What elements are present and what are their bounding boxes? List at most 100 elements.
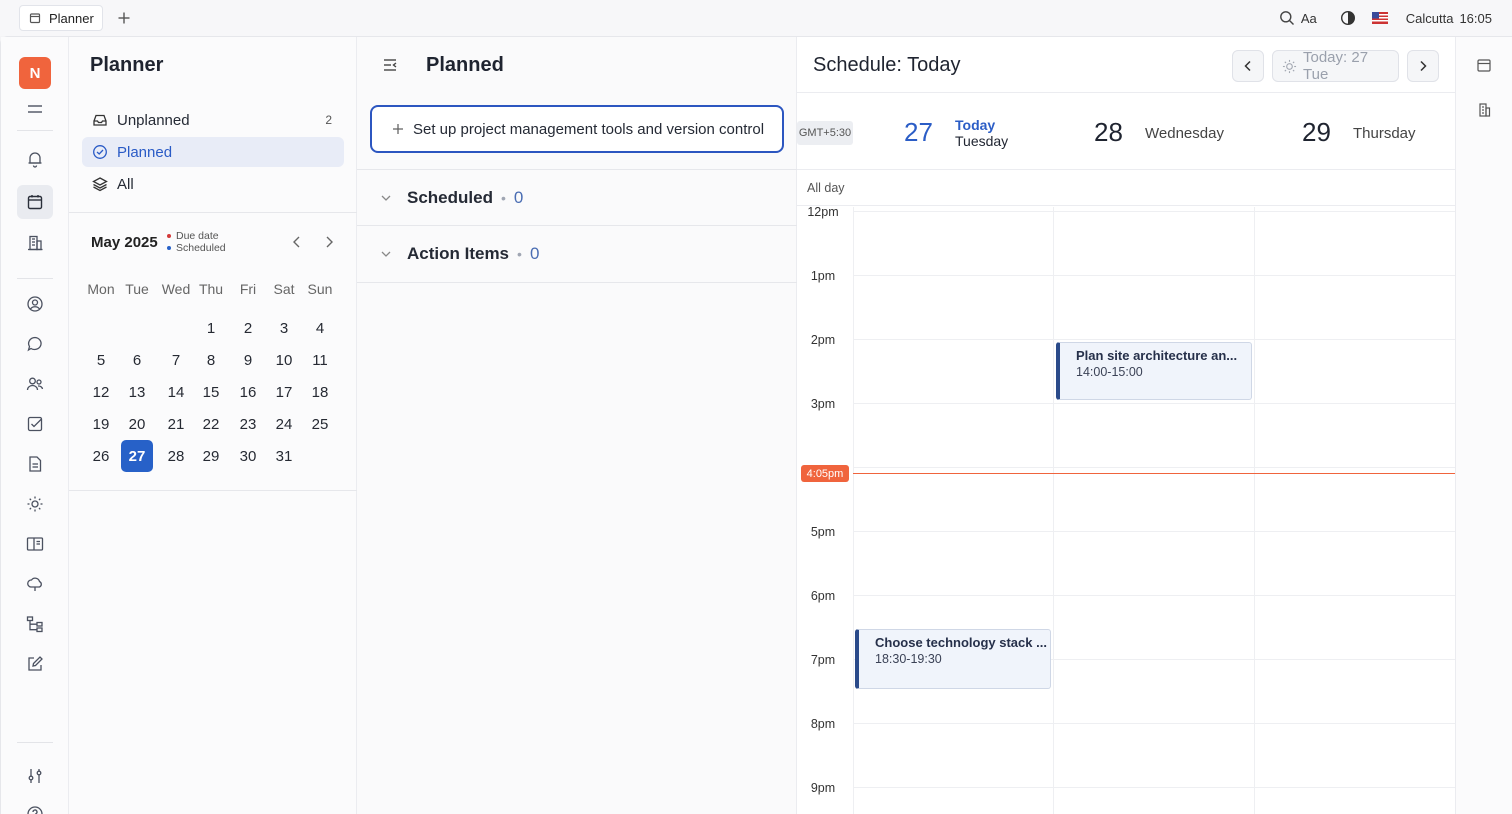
day-weekday: Tuesday <box>955 133 1009 149</box>
user-circle-icon[interactable] <box>17 287 53 321</box>
sun-icon <box>1282 59 1297 74</box>
planner-panel: Planner Unplanned 2 Planned All May 2025… <box>69 37 357 814</box>
tab-planner[interactable]: Planner <box>19 5 103 31</box>
calendar-day[interactable]: 13 <box>121 376 153 408</box>
sliders-icon[interactable] <box>17 759 53 793</box>
task-check-icon[interactable] <box>17 407 53 441</box>
weekday-header: Sat <box>273 281 295 297</box>
day-date-27[interactable]: 27 <box>904 117 933 148</box>
weekday-header: Sun <box>307 281 333 297</box>
calendar-day[interactable]: 29 <box>195 440 227 472</box>
sun-icon[interactable] <box>17 487 53 521</box>
calendar-planner-icon[interactable] <box>17 185 53 219</box>
calendar-legend: Due date Scheduled <box>167 230 226 254</box>
calendar-event[interactable]: Choose technology stack ... 18:30-19:30 <box>855 629 1051 689</box>
hour-label: 12pm <box>807 205 839 219</box>
calendar-day[interactable]: 21 <box>160 408 192 440</box>
next-day-button[interactable] <box>1407 50 1439 82</box>
document-icon[interactable] <box>17 447 53 481</box>
hour-gridline <box>853 595 1455 596</box>
hour-gridline <box>853 787 1455 788</box>
nav-all[interactable]: All <box>82 169 344 199</box>
today-button[interactable]: Today: 27 Tue <box>1272 49 1399 83</box>
hour-gridline <box>853 211 1455 212</box>
weekday-header: Thu <box>198 281 224 297</box>
chat-bubble-icon[interactable] <box>17 327 53 361</box>
hour-gridline <box>853 531 1455 532</box>
calendar-day[interactable]: 6 <box>121 344 153 376</box>
calendar-day[interactable]: 24 <box>268 408 300 440</box>
hour-label: 2pm <box>810 333 836 347</box>
calendar-day[interactable]: 25 <box>304 408 336 440</box>
calendar-day[interactable]: 28 <box>160 440 192 472</box>
calendar-day[interactable]: 2 <box>232 312 264 344</box>
nav-planned[interactable]: Planned <box>82 137 344 167</box>
cloud-icon[interactable] <box>17 567 53 601</box>
calendar-day[interactable]: 16 <box>232 376 264 408</box>
today-button-label: Today: 27 Tue <box>1303 49 1369 83</box>
calendar-day[interactable]: 7 <box>160 344 192 376</box>
group-scheduled[interactable]: Scheduled • 0 <box>357 169 797 226</box>
calendar-day[interactable]: 10 <box>268 344 300 376</box>
nav-label: All <box>117 175 134 193</box>
hierarchy-icon[interactable] <box>17 607 53 641</box>
calendar-day[interactable]: 14 <box>160 376 192 408</box>
prev-day-button[interactable] <box>1232 50 1264 82</box>
calendar-day[interactable]: 4 <box>304 312 336 344</box>
calendar-day[interactable]: 1 <box>195 312 227 344</box>
calendar-day[interactable]: 17 <box>268 376 300 408</box>
edit-icon[interactable] <box>17 647 53 681</box>
calendar-day[interactable]: 22 <box>195 408 227 440</box>
calendar-icon[interactable] <box>1476 57 1494 75</box>
book-open-icon[interactable] <box>17 527 53 561</box>
plus-icon[interactable] <box>115 9 133 27</box>
timezone-label: GMT+5:30 <box>797 121 853 145</box>
chevron-left-icon[interactable] <box>287 232 307 252</box>
calendar-event[interactable]: Plan site architecture an... 14:00-15:00 <box>1056 342 1252 400</box>
hour-label: 3pm <box>810 397 836 411</box>
calendar-day[interactable]: 18 <box>304 376 336 408</box>
calendar-day[interactable]: 9 <box>232 344 264 376</box>
office-building-icon[interactable] <box>17 226 53 260</box>
chevron-right-icon[interactable] <box>319 232 339 252</box>
calendar-day[interactable]: 19 <box>85 408 117 440</box>
calendar-day[interactable]: 3 <box>268 312 300 344</box>
group-action-items[interactable]: Action Items • 0 <box>357 226 797 283</box>
chevron-down-icon[interactable] <box>379 191 393 205</box>
calendar-day[interactable]: 5 <box>85 344 117 376</box>
calendar-day[interactable]: 12 <box>85 376 117 408</box>
tab-label: Planner <box>49 10 94 26</box>
event-time: 18:30-19:30 <box>875 652 942 666</box>
contacts-icon[interactable] <box>17 367 53 401</box>
chevron-down-icon[interactable] <box>379 247 393 261</box>
calendar-day[interactable]: 20 <box>121 408 153 440</box>
us-flag-icon[interactable] <box>1371 12 1388 24</box>
weekday-header: Mon <box>87 281 115 297</box>
calendar-day[interactable]: 8 <box>195 344 227 376</box>
menu-icon[interactable] <box>17 92 53 126</box>
font-size-toggle[interactable]: Aa <box>1301 11 1317 26</box>
nav-label: Unplanned <box>117 111 190 129</box>
workspace-avatar[interactable]: N <box>19 57 51 89</box>
bell-icon[interactable] <box>17 142 53 176</box>
calendar-day[interactable]: 11 <box>304 344 336 376</box>
new-task-input[interactable]: Set up project management tools and vers… <box>370 105 784 153</box>
day-date-28[interactable]: 28 <box>1094 117 1123 148</box>
chevron-left-icon <box>1244 60 1251 72</box>
sidebar-toggle-icon[interactable] <box>381 56 399 74</box>
search-icon[interactable] <box>1279 10 1295 26</box>
calendar-day[interactable]: 27 <box>121 440 153 472</box>
help-icon[interactable] <box>17 797 53 814</box>
calendar-day[interactable]: 23 <box>232 408 264 440</box>
contrast-icon[interactable] <box>1340 10 1356 26</box>
calendar-day[interactable]: 30 <box>232 440 264 472</box>
icon-rail: N <box>1 37 69 814</box>
calendar-day[interactable]: 31 <box>268 440 300 472</box>
day-date-29[interactable]: 29 <box>1302 117 1331 148</box>
calendar-day[interactable]: 26 <box>85 440 117 472</box>
nav-unplanned[interactable]: Unplanned 2 <box>82 105 344 135</box>
calendar-day[interactable]: 15 <box>195 376 227 408</box>
check-circle-icon <box>92 144 108 160</box>
inbox-icon <box>92 112 108 128</box>
office-building-icon[interactable] <box>1476 102 1494 120</box>
